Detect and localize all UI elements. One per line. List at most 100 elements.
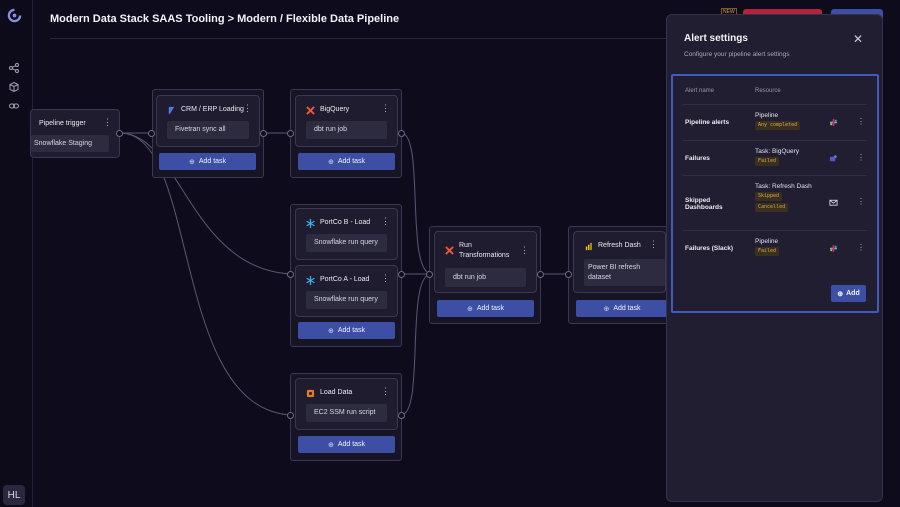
node-task[interactable]: Snowflake run query xyxy=(306,291,387,309)
input-port[interactable] xyxy=(287,130,294,137)
node-task[interactable]: Power BI refresh dataset xyxy=(584,259,665,286)
node-task[interactable]: dbt run job xyxy=(306,121,387,139)
node-task[interactable]: Fivetran sync all xyxy=(167,121,249,139)
node-title: BigQuery xyxy=(320,106,350,113)
status-tag: Any completed xyxy=(755,121,801,130)
node-title: PortCo A - Load xyxy=(320,276,370,283)
slack-icon xyxy=(829,244,838,253)
kebab-menu-icon[interactable]: ⋮ xyxy=(857,153,865,162)
plus-circle-icon: ⊕ xyxy=(327,327,334,335)
node-crm-erp-loading[interactable]: CRM / ERP Loading ⋮ Fivetran sync all xyxy=(156,95,260,147)
node-task[interactable]: EC2 SSM run script xyxy=(306,404,387,422)
output-port[interactable] xyxy=(116,130,123,137)
node-run-transformations[interactable]: Run Transformations ⋮ dbt run job xyxy=(434,231,537,293)
panel-description: Configure your pipeline alert settings xyxy=(684,51,790,58)
snowflake-icon xyxy=(306,219,315,228)
alert-row[interactable]: Skipped Dashboards Task: Refresh Dash Sk… xyxy=(683,175,867,230)
kebab-menu-icon[interactable]: ⋮ xyxy=(103,118,112,127)
kebab-menu-icon[interactable]: ⋮ xyxy=(381,387,390,396)
snowflake-icon xyxy=(306,276,315,285)
input-port[interactable] xyxy=(426,271,433,278)
plus-circle-icon: ⊕ xyxy=(327,441,334,449)
fivetran-icon xyxy=(168,106,175,115)
kebab-menu-icon[interactable]: ⋮ xyxy=(381,104,390,113)
resource-label: Pipeline xyxy=(755,112,779,119)
alert-resource: Pipeline Failed xyxy=(755,238,815,256)
node-task[interactable]: Snowflake Staging xyxy=(31,135,109,152)
node-bigquery[interactable]: BigQuery ⋮ dbt run job xyxy=(295,95,398,147)
input-port[interactable] xyxy=(565,271,572,278)
output-port[interactable] xyxy=(398,130,405,137)
add-task-button[interactable]: ⊕ Add task xyxy=(437,300,534,317)
add-alert-button[interactable]: ⊕ Add xyxy=(831,285,866,302)
alert-name: Skipped Dashboards xyxy=(685,197,723,211)
alert-resource: Pipeline Any completed xyxy=(755,112,815,130)
alert-settings-panel: Alert settings Configure your pipeline a… xyxy=(666,14,883,502)
add-task-button[interactable]: ⊕ Add task xyxy=(298,436,395,453)
node-title: Run Transformations xyxy=(459,242,510,259)
add-task-button[interactable]: ⊕ Add task xyxy=(159,153,256,170)
input-port[interactable] xyxy=(287,271,294,278)
panel-title: Alert settings xyxy=(684,33,748,44)
node-task[interactable]: dbt run job xyxy=(445,268,526,287)
alert-resource: Task: BigQuery Failed xyxy=(755,148,815,166)
status-tag: Cancelled xyxy=(755,203,789,212)
kebab-menu-icon[interactable]: ⋮ xyxy=(857,117,865,126)
plus-circle-icon: ⊕ xyxy=(327,158,334,166)
resource-label: Task: Refresh Dash xyxy=(755,183,812,190)
add-task-button[interactable]: ⊕ Add task xyxy=(298,153,395,170)
plus-circle-icon: ⊕ xyxy=(188,158,195,166)
status-tag: Failed xyxy=(755,247,780,256)
add-task-button[interactable]: ⊕ Add task xyxy=(298,322,395,339)
plus-circle-icon: ⊕ xyxy=(603,305,610,313)
power-bi-icon xyxy=(585,242,592,251)
teams-icon xyxy=(829,155,837,162)
column-header-alert-name: Alert name xyxy=(685,88,715,94)
node-portco-a-load[interactable]: PortCo A - Load ⋮ Snowflake run query xyxy=(295,265,398,317)
node-title: Pipeline trigger xyxy=(39,120,86,127)
alert-row[interactable]: Failures Task: BigQuery Failed ⋮ xyxy=(683,140,867,175)
alert-name: Failures (Slack) xyxy=(685,245,734,252)
kebab-menu-icon[interactable]: ⋮ xyxy=(381,274,390,283)
add-task-button[interactable]: ⊕ Add task xyxy=(576,300,668,317)
node-load-data[interactable]: Load Data ⋮ EC2 SSM run script xyxy=(295,378,398,430)
plus-circle-icon: ⊕ xyxy=(466,305,473,313)
status-tag: Skipped xyxy=(755,192,783,201)
aws-ec2-icon xyxy=(306,389,315,398)
input-port[interactable] xyxy=(148,130,155,137)
resource-label: Pipeline xyxy=(755,238,779,245)
kebab-menu-icon[interactable]: ⋮ xyxy=(243,104,252,113)
node-pipeline-trigger[interactable]: Pipeline trigger ⋮ Snowflake Staging xyxy=(30,109,120,158)
close-icon[interactable]: ✕ xyxy=(853,32,863,46)
kebab-menu-icon[interactable]: ⋮ xyxy=(381,217,390,226)
node-portco-b-load[interactable]: PortCo B - Load ⋮ Snowflake run query xyxy=(295,208,398,260)
dbt-icon xyxy=(445,246,454,255)
column-header-resource: Resource xyxy=(755,88,781,94)
alert-name: Pipeline alerts xyxy=(685,119,730,126)
node-title: CRM / ERP Loading xyxy=(181,106,244,113)
kebab-menu-icon[interactable]: ⋮ xyxy=(857,197,865,206)
status-tag: Failed xyxy=(755,157,780,166)
node-title: PortCo B - Load xyxy=(320,219,371,226)
resource-label: Task: BigQuery xyxy=(755,148,800,155)
alert-row[interactable]: Failures (Slack) Pipeline Failed ⋮ xyxy=(683,230,867,266)
mail-icon xyxy=(829,199,838,206)
alert-row[interactable]: Pipeline alerts Pipeline Any completed ⋮ xyxy=(683,104,867,140)
kebab-menu-icon[interactable]: ⋮ xyxy=(649,240,658,249)
plus-circle-icon: ⊕ xyxy=(837,290,844,298)
output-port[interactable] xyxy=(537,271,544,278)
alert-resource: Task: Refresh Dash Skipped Cancelled xyxy=(755,183,815,212)
dbt-icon xyxy=(306,106,315,115)
node-title: Load Data xyxy=(320,389,353,396)
output-port[interactable] xyxy=(398,271,405,278)
node-task[interactable]: Snowflake run query xyxy=(306,234,387,252)
node-refresh-dash[interactable]: Refresh Dash ⋮ Power BI refresh dataset xyxy=(573,231,666,293)
kebab-menu-icon[interactable]: ⋮ xyxy=(520,246,529,255)
input-port[interactable] xyxy=(287,412,294,419)
output-port[interactable] xyxy=(260,130,267,137)
output-port[interactable] xyxy=(398,412,405,419)
alert-name: Failures xyxy=(685,155,710,162)
kebab-menu-icon[interactable]: ⋮ xyxy=(857,243,865,252)
slack-icon xyxy=(829,118,838,127)
alerts-table: Alert name Resource Pipeline alerts Pipe… xyxy=(671,74,879,313)
